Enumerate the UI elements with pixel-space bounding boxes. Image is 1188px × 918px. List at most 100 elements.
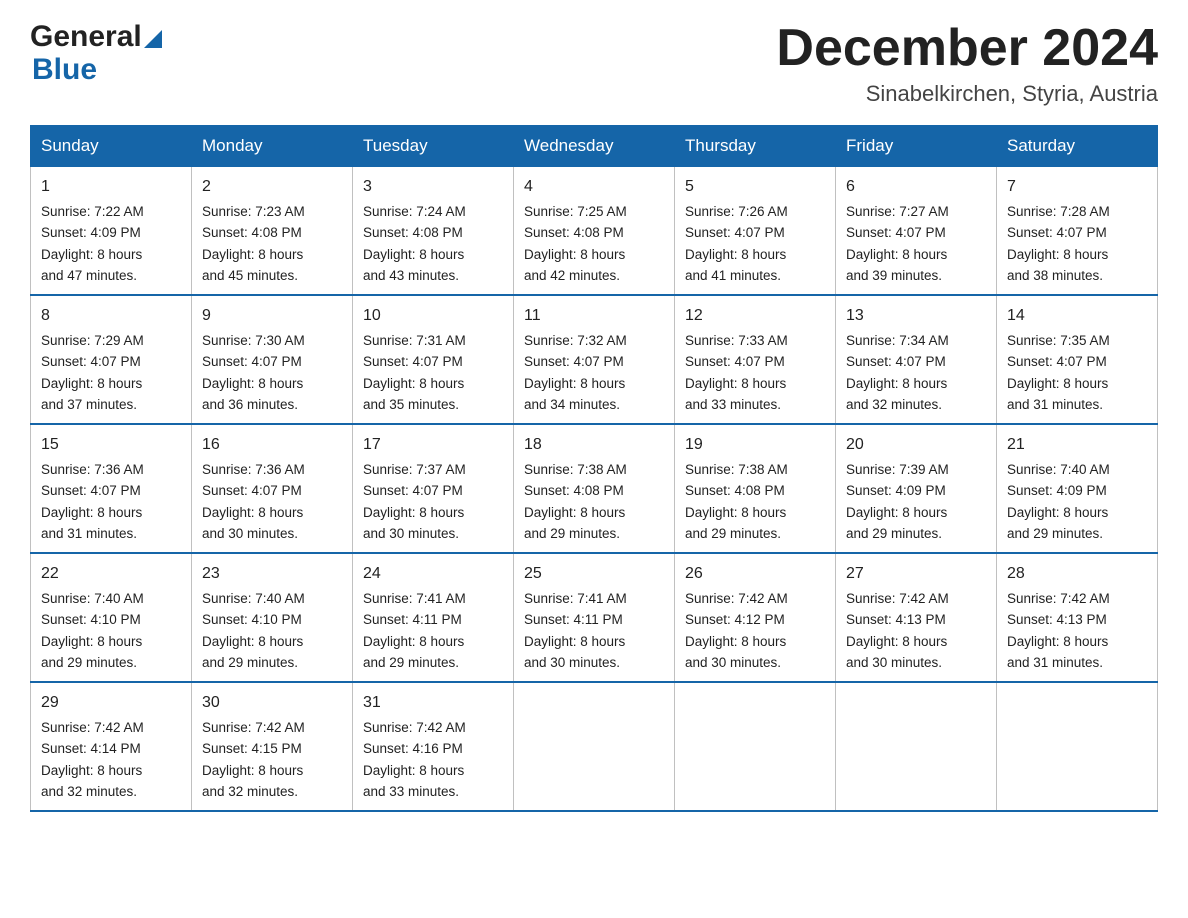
day-number: 28 [1007, 562, 1147, 586]
day-number: 16 [202, 433, 342, 457]
day-number: 19 [685, 433, 825, 457]
day-number: 31 [363, 691, 503, 715]
column-header-friday: Friday [836, 126, 997, 167]
day-info: Sunrise: 7:26 AMSunset: 4:07 PMDaylight:… [685, 204, 788, 283]
day-number: 14 [1007, 304, 1147, 328]
day-info: Sunrise: 7:40 AMSunset: 4:10 PMDaylight:… [202, 591, 305, 670]
day-number: 3 [363, 175, 503, 199]
day-info: Sunrise: 7:36 AMSunset: 4:07 PMDaylight:… [41, 462, 144, 541]
calendar-cell: 8 Sunrise: 7:29 AMSunset: 4:07 PMDaylight… [31, 295, 192, 424]
column-header-tuesday: Tuesday [353, 126, 514, 167]
day-info: Sunrise: 7:23 AMSunset: 4:08 PMDaylight:… [202, 204, 305, 283]
day-info: Sunrise: 7:34 AMSunset: 4:07 PMDaylight:… [846, 333, 949, 412]
day-info: Sunrise: 7:27 AMSunset: 4:07 PMDaylight:… [846, 204, 949, 283]
day-info: Sunrise: 7:35 AMSunset: 4:07 PMDaylight:… [1007, 333, 1110, 412]
calendar-cell: 3 Sunrise: 7:24 AMSunset: 4:08 PMDaylight… [353, 167, 514, 296]
day-info: Sunrise: 7:42 AMSunset: 4:16 PMDaylight:… [363, 720, 466, 799]
calendar-cell [675, 682, 836, 811]
calendar-cell: 4 Sunrise: 7:25 AMSunset: 4:08 PMDaylight… [514, 167, 675, 296]
day-info: Sunrise: 7:42 AMSunset: 4:13 PMDaylight:… [846, 591, 949, 670]
calendar-cell: 22 Sunrise: 7:40 AMSunset: 4:10 PMDayligh… [31, 553, 192, 682]
calendar-cell: 15 Sunrise: 7:36 AMSunset: 4:07 PMDayligh… [31, 424, 192, 553]
day-number: 21 [1007, 433, 1147, 457]
day-number: 15 [41, 433, 181, 457]
page-header: General Blue December 2024 Sinabelkirche… [30, 20, 1158, 107]
calendar-cell: 17 Sunrise: 7:37 AMSunset: 4:07 PMDayligh… [353, 424, 514, 553]
calendar-cell: 27 Sunrise: 7:42 AMSunset: 4:13 PMDayligh… [836, 553, 997, 682]
day-info: Sunrise: 7:24 AMSunset: 4:08 PMDaylight:… [363, 204, 466, 283]
day-number: 17 [363, 433, 503, 457]
column-header-saturday: Saturday [997, 126, 1158, 167]
day-info: Sunrise: 7:25 AMSunset: 4:08 PMDaylight:… [524, 204, 627, 283]
week-row-4: 22 Sunrise: 7:40 AMSunset: 4:10 PMDayligh… [31, 553, 1158, 682]
day-number: 30 [202, 691, 342, 715]
day-info: Sunrise: 7:33 AMSunset: 4:07 PMDaylight:… [685, 333, 788, 412]
day-info: Sunrise: 7:22 AMSunset: 4:09 PMDaylight:… [41, 204, 144, 283]
day-info: Sunrise: 7:40 AMSunset: 4:09 PMDaylight:… [1007, 462, 1110, 541]
calendar-cell: 31 Sunrise: 7:42 AMSunset: 4:16 PMDayligh… [353, 682, 514, 811]
day-number: 2 [202, 175, 342, 199]
week-row-3: 15 Sunrise: 7:36 AMSunset: 4:07 PMDayligh… [31, 424, 1158, 553]
logo-blue-text: Blue [30, 53, 162, 86]
calendar-cell: 14 Sunrise: 7:35 AMSunset: 4:07 PMDayligh… [997, 295, 1158, 424]
day-number: 8 [41, 304, 181, 328]
week-row-1: 1 Sunrise: 7:22 AMSunset: 4:09 PMDaylight… [31, 167, 1158, 296]
calendar-cell [836, 682, 997, 811]
day-number: 13 [846, 304, 986, 328]
calendar-cell: 25Sunrise: 7:41 AMSunset: 4:11 PMDayligh… [514, 553, 675, 682]
day-number: 23 [202, 562, 342, 586]
day-info: Sunrise: 7:31 AMSunset: 4:07 PMDaylight:… [363, 333, 466, 412]
calendar-table: SundayMondayTuesdayWednesdayThursdayFrid… [30, 125, 1158, 812]
logo: General Blue [30, 20, 162, 86]
column-header-thursday: Thursday [675, 126, 836, 167]
calendar-cell [997, 682, 1158, 811]
calendar-cell: 19Sunrise: 7:38 AMSunset: 4:08 PMDayligh… [675, 424, 836, 553]
column-header-monday: Monday [192, 126, 353, 167]
day-number: 25 [524, 562, 664, 586]
day-number: 24 [363, 562, 503, 586]
day-number: 12 [685, 304, 825, 328]
calendar-cell: 12 Sunrise: 7:33 AMSunset: 4:07 PMDayligh… [675, 295, 836, 424]
day-number: 20 [846, 433, 986, 457]
day-info: Sunrise: 7:42 AMSunset: 4:13 PMDaylight:… [1007, 591, 1110, 670]
day-number: 22 [41, 562, 181, 586]
title-area: December 2024 Sinabelkirchen, Styria, Au… [776, 20, 1158, 107]
day-info: Sunrise: 7:28 AMSunset: 4:07 PMDaylight:… [1007, 204, 1110, 283]
calendar-cell: 11Sunrise: 7:32 AMSunset: 4:07 PMDayligh… [514, 295, 675, 424]
day-info: Sunrise: 7:42 AMSunset: 4:15 PMDaylight:… [202, 720, 305, 799]
day-info: Sunrise: 7:40 AMSunset: 4:10 PMDaylight:… [41, 591, 144, 670]
calendar-cell: 13 Sunrise: 7:34 AMSunset: 4:07 PMDayligh… [836, 295, 997, 424]
day-info: Sunrise: 7:37 AMSunset: 4:07 PMDaylight:… [363, 462, 466, 541]
calendar-cell: 7 Sunrise: 7:28 AMSunset: 4:07 PMDaylight… [997, 167, 1158, 296]
header-row: SundayMondayTuesdayWednesdayThursdayFrid… [31, 126, 1158, 167]
day-number: 26 [685, 562, 825, 586]
day-info: Sunrise: 7:38 AMSunset: 4:08 PMDaylight:… [524, 462, 627, 541]
calendar-cell: 23 Sunrise: 7:40 AMSunset: 4:10 PMDayligh… [192, 553, 353, 682]
day-number: 1 [41, 175, 181, 199]
week-row-5: 29Sunrise: 7:42 AMSunset: 4:14 PMDayligh… [31, 682, 1158, 811]
calendar-body: 1 Sunrise: 7:22 AMSunset: 4:09 PMDaylight… [31, 167, 1158, 812]
calendar-cell: 5Sunrise: 7:26 AMSunset: 4:07 PMDaylight… [675, 167, 836, 296]
month-title: December 2024 [776, 20, 1158, 77]
logo-row1: General [30, 20, 162, 53]
day-number: 6 [846, 175, 986, 199]
day-info: Sunrise: 7:29 AMSunset: 4:07 PMDaylight:… [41, 333, 144, 412]
day-number: 29 [41, 691, 181, 715]
day-info: Sunrise: 7:42 AMSunset: 4:12 PMDaylight:… [685, 591, 788, 670]
calendar-cell: 28 Sunrise: 7:42 AMSunset: 4:13 PMDayligh… [997, 553, 1158, 682]
day-number: 18 [524, 433, 664, 457]
day-number: 10 [363, 304, 503, 328]
location-title: Sinabelkirchen, Styria, Austria [776, 81, 1158, 107]
day-info: Sunrise: 7:39 AMSunset: 4:09 PMDaylight:… [846, 462, 949, 541]
calendar-header: SundayMondayTuesdayWednesdayThursdayFrid… [31, 126, 1158, 167]
calendar-cell [514, 682, 675, 811]
day-number: 4 [524, 175, 664, 199]
day-number: 9 [202, 304, 342, 328]
day-info: Sunrise: 7:36 AMSunset: 4:07 PMDaylight:… [202, 462, 305, 541]
logo-area: General Blue [30, 20, 162, 86]
calendar-cell: 10 Sunrise: 7:31 AMSunset: 4:07 PMDayligh… [353, 295, 514, 424]
calendar-cell: 21 Sunrise: 7:40 AMSunset: 4:09 PMDayligh… [997, 424, 1158, 553]
day-number: 7 [1007, 175, 1147, 199]
logo-triangle-icon [144, 30, 162, 48]
day-number: 27 [846, 562, 986, 586]
